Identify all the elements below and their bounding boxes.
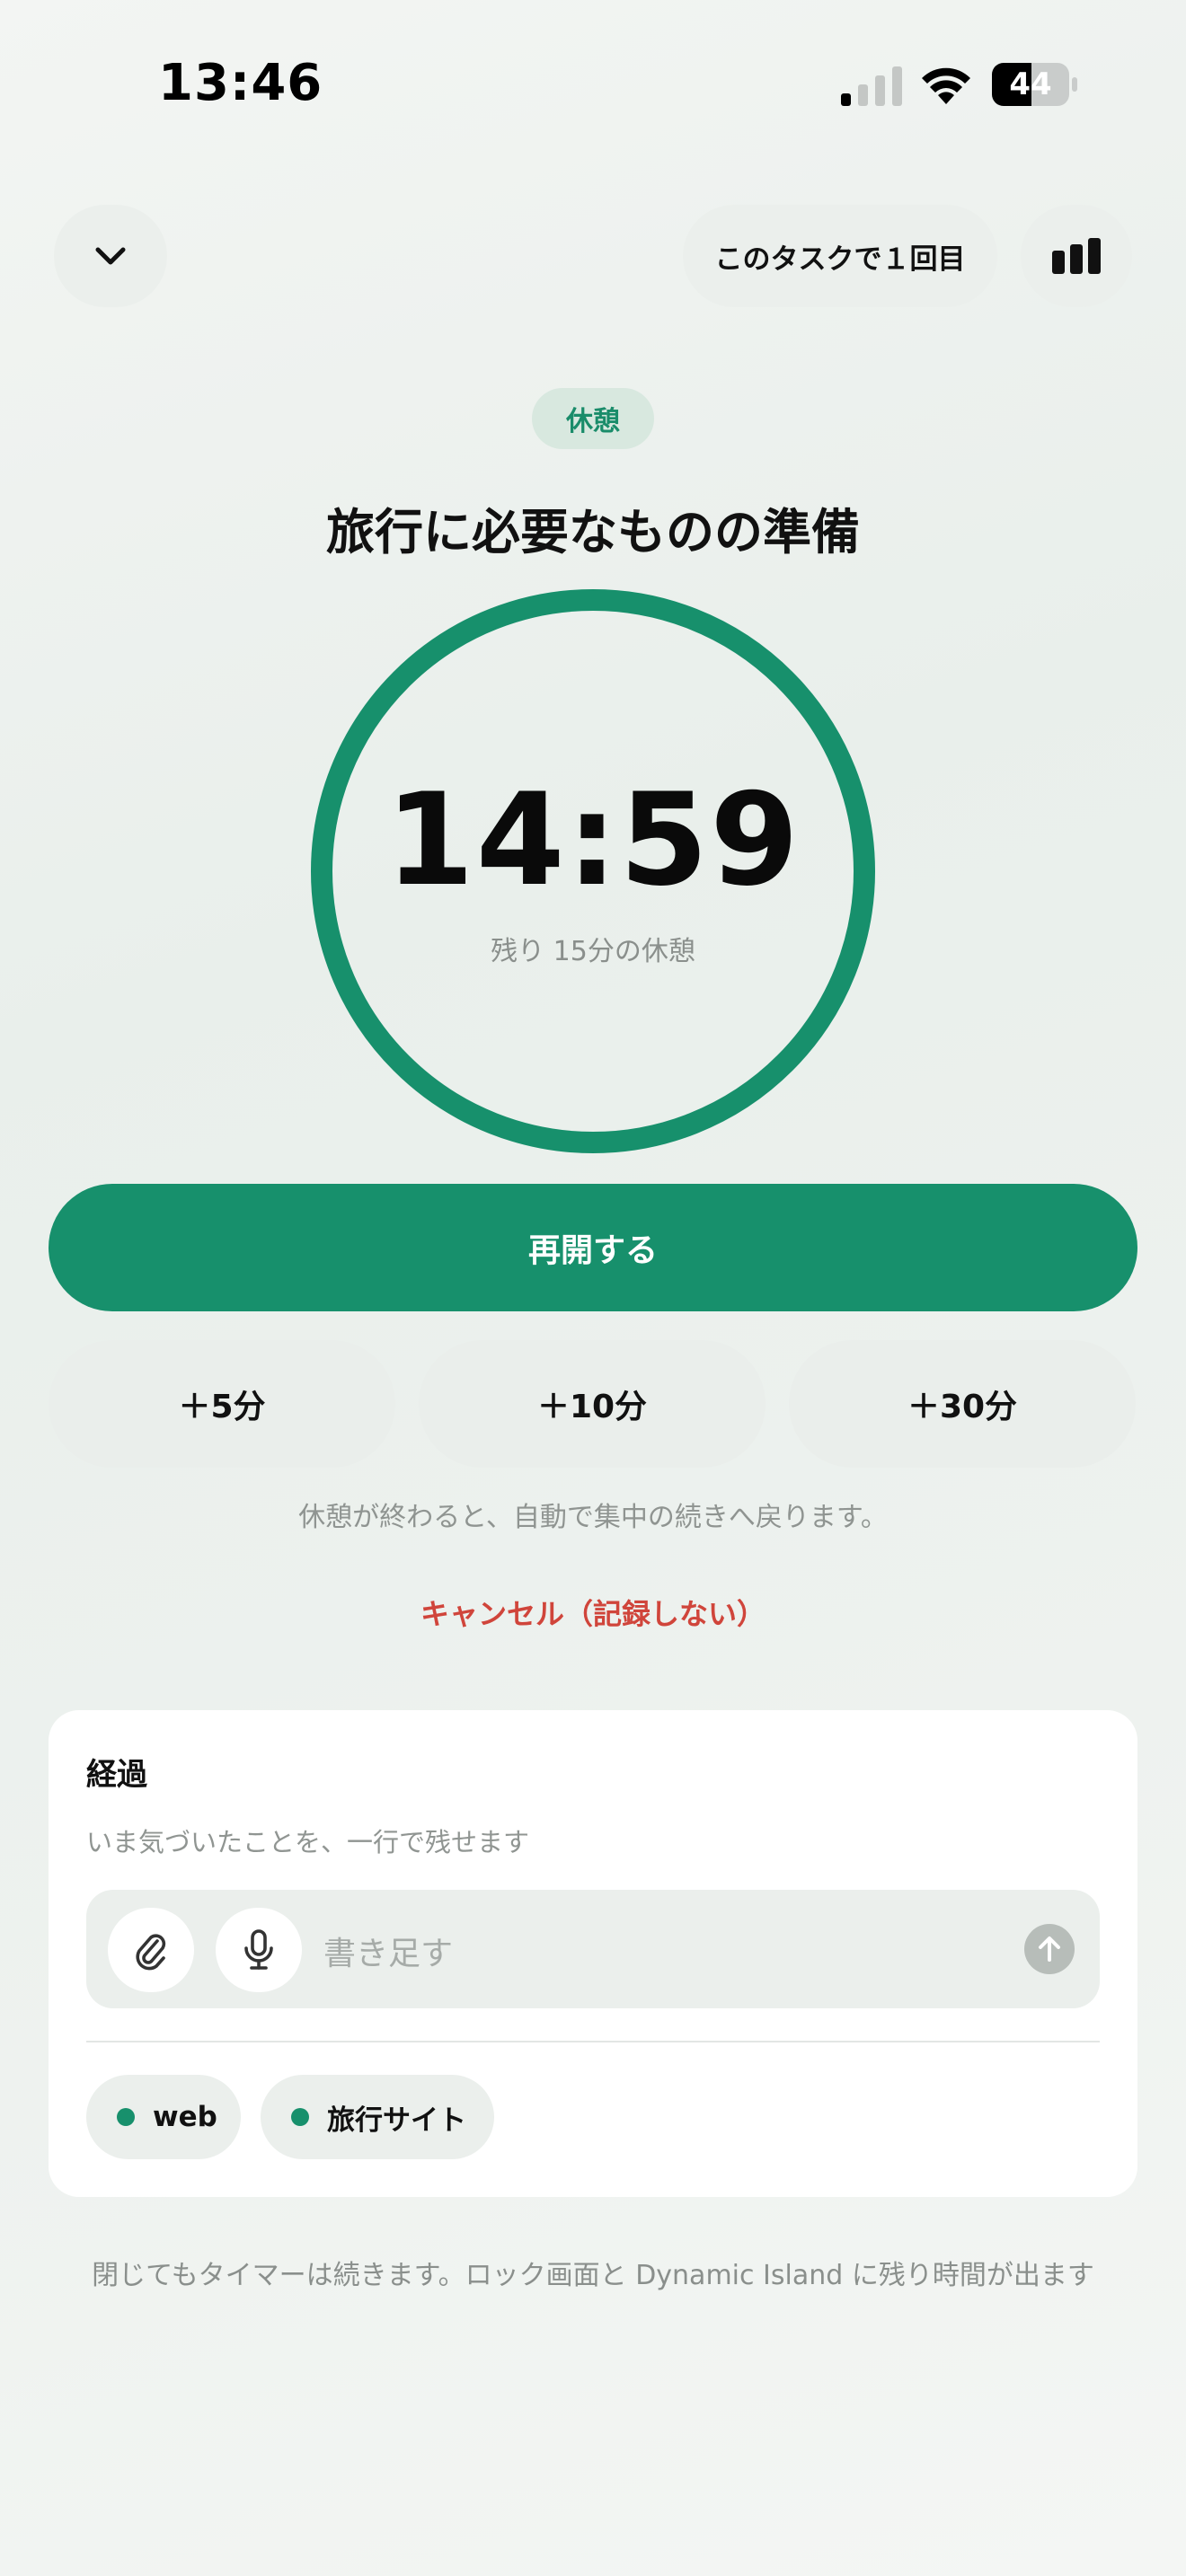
add-10-min-button[interactable]: ＋10分: [419, 1340, 766, 1468]
chevron-down-icon: [95, 247, 126, 265]
arrow-up-icon: [1039, 1936, 1060, 1962]
tag-chip[interactable]: 旅行サイト: [261, 2075, 494, 2159]
cancel-button[interactable]: キャンセル（記録しない）: [0, 1592, 1186, 1633]
paperclip-icon: [136, 1934, 166, 1971]
stats-button[interactable]: [1021, 205, 1132, 307]
resume-button[interactable]: 再開する: [49, 1184, 1137, 1311]
session-count-pill[interactable]: このタスクで１回目: [683, 205, 997, 307]
notes-card-title: 経過: [86, 1757, 147, 1793]
battery-indicator: 44: [992, 63, 1078, 106]
tag-color-dot: [291, 2108, 309, 2126]
add-5-min-button[interactable]: ＋5分: [49, 1340, 395, 1468]
break-hint-text: 休憩が終わると、自動で集中の続きへ戻ります。: [298, 1502, 888, 1533]
add-30-min-button[interactable]: ＋30分: [789, 1340, 1136, 1468]
attach-button[interactable]: [108, 1908, 194, 1992]
voice-input-button[interactable]: [216, 1908, 302, 1992]
send-button[interactable]: [1024, 1924, 1075, 1974]
notes-card-subtitle: いま気づいたことを、一行で残せます: [86, 1827, 530, 1857]
tag-label: web: [153, 2101, 217, 2133]
cellular-signal-icon: [841, 66, 902, 106]
timer-display: 14:59: [385, 766, 801, 914]
tag-chip[interactable]: web: [86, 2075, 241, 2159]
card-divider: [86, 2041, 1100, 2042]
footer-note: 閉じてもタイマーは続きます。ロック画面と Dynamic Island に残り時…: [92, 2260, 1094, 2291]
timer-subtitle: 残り 15分の休憩: [491, 936, 695, 967]
mode-badge: 休憩: [532, 388, 654, 449]
wifi-icon: [922, 67, 970, 104]
task-title: 旅行に必要なものの準備: [326, 504, 860, 560]
tag-color-dot: [117, 2108, 135, 2126]
note-input-placeholder: 書き足す: [323, 1936, 454, 1972]
microphone-icon: [244, 1929, 273, 1970]
bar-chart-icon: [1052, 238, 1101, 274]
tag-label: 旅行サイト: [327, 2104, 466, 2137]
battery-percentage: 44: [1009, 66, 1052, 102]
collapse-button[interactable]: [54, 205, 167, 307]
status-time: 13:46: [158, 54, 323, 112]
